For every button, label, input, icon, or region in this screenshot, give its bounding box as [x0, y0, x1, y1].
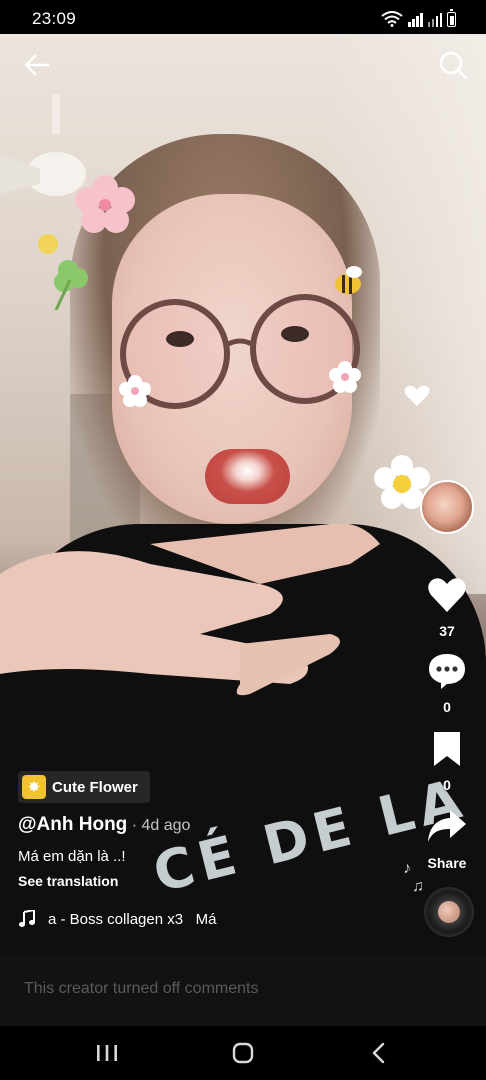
see-translation-link[interactable]: See translation: [18, 873, 378, 889]
arrow-left-icon: [24, 54, 50, 76]
bookmark-icon: [434, 732, 460, 766]
chevron-left-icon: [372, 1042, 385, 1064]
status-bar: 23:09: [0, 0, 486, 34]
status-icons: [381, 9, 456, 27]
search-button[interactable]: [438, 50, 468, 80]
post-info: @Anh Hong · 4d ago Má em dặn là ..! See …: [18, 814, 378, 889]
flower-sticker-icon: [75, 175, 135, 233]
clover-sticker-icon: [38, 234, 88, 310]
system-nav-bar: [0, 1026, 486, 1080]
sound-title: a - Boss collagen x3 Má: [48, 910, 217, 928]
share-label: Share: [427, 855, 467, 871]
home-icon: [232, 1042, 254, 1064]
heart-icon: [428, 578, 466, 612]
home-button[interactable]: [228, 1038, 258, 1068]
music-note-icon: [19, 910, 35, 927]
wifi-icon: [381, 11, 403, 27]
comment-button[interactable]: 0: [418, 652, 476, 715]
small-flower-sticker-icon: [119, 375, 151, 407]
status-time: 23:09: [32, 9, 77, 28]
like-count: 37: [439, 623, 455, 639]
back-button[interactable]: [22, 50, 52, 80]
signal-2-icon: [427, 13, 442, 27]
comments-bar: This creator turned off comments: [0, 954, 486, 1026]
recents-button[interactable]: [92, 1038, 122, 1068]
sound-disc-button[interactable]: [424, 887, 474, 937]
comments-disabled-text: This creator turned off comments: [24, 980, 259, 997]
post-time-ago: · 4d ago: [127, 817, 191, 834]
signal-icon: [408, 13, 423, 27]
bookmark-count: 0: [443, 777, 451, 793]
music-notes-icon: ♪ ♫: [403, 860, 424, 895]
sparkle-icon: ✸: [22, 775, 46, 799]
back-nav-button[interactable]: [364, 1038, 394, 1068]
small-flower-sticker-2-icon: [329, 361, 361, 393]
glasses-image: [120, 294, 360, 409]
effect-chip[interactable]: ✸ Cute Flower: [18, 771, 150, 803]
username-link[interactable]: @Anh Hong: [18, 814, 127, 835]
sound-row[interactable]: a - Boss collagen x3 Má: [18, 910, 216, 928]
bee-sticker-icon: [335, 266, 362, 294]
share-button[interactable]: Share: [418, 808, 476, 871]
bookmark-button[interactable]: 0: [418, 730, 476, 793]
creator-avatar[interactable]: [420, 480, 474, 534]
like-button[interactable]: 37: [418, 576, 476, 639]
comment-bubble-icon: [429, 654, 465, 689]
search-icon: [439, 51, 468, 80]
effect-label: Cute Flower: [52, 778, 138, 796]
username-row: @Anh Hong · 4d ago: [18, 814, 378, 836]
share-arrow-icon: [428, 810, 466, 842]
comment-count: 0: [443, 699, 451, 715]
heart-sticker-icon: [404, 385, 430, 406]
hands-image: [0, 524, 380, 696]
battery-icon: [447, 9, 456, 27]
recents-icon: [97, 1045, 117, 1061]
post-caption: Má em dặn là ..!: [18, 848, 126, 865]
mouth-image: [205, 449, 290, 504]
